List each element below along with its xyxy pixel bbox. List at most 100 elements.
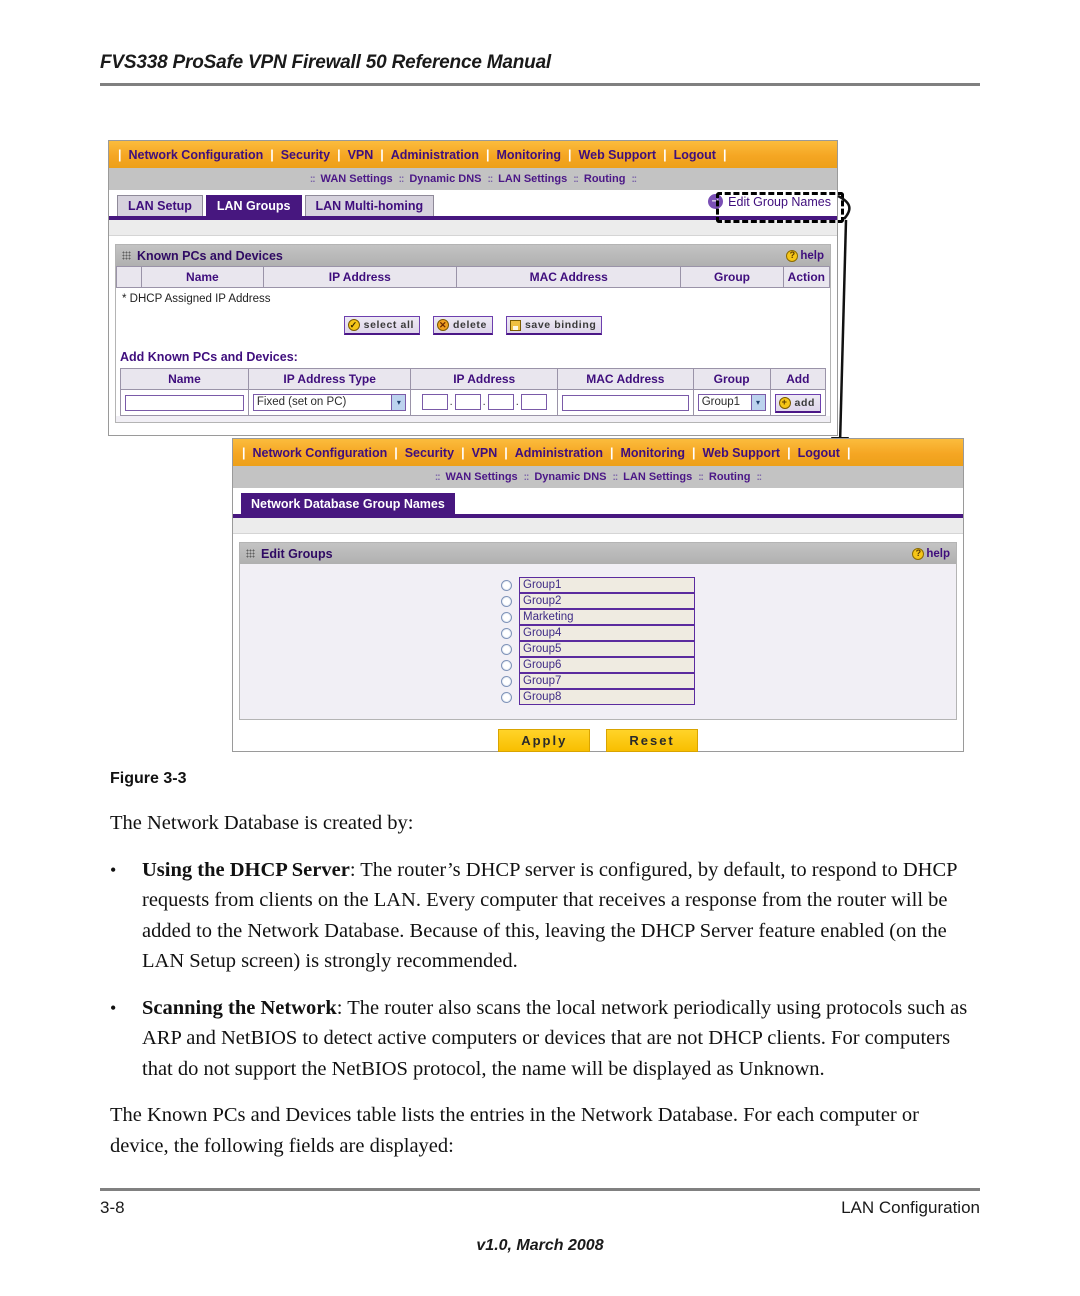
group-radio-4[interactable] xyxy=(501,627,512,639)
ip-address-type-select[interactable]: Fixed (set on PC) ▾ xyxy=(252,393,407,411)
add-col-name: Name xyxy=(120,368,249,390)
help-link-2[interactable]: ? help xyxy=(912,547,950,560)
group-select[interactable]: Group1 ▾ xyxy=(697,393,766,411)
form-action-row: Apply Reset xyxy=(233,720,963,760)
nav-item-monitoring[interactable]: Monitoring xyxy=(496,148,561,162)
tab-row: LAN Setup LAN Groups LAN Multi-homing ➞ … xyxy=(109,190,837,216)
nav-item-security-2[interactable]: Security xyxy=(405,446,454,460)
group-name-input-5[interactable]: Group5 xyxy=(519,641,695,657)
page-header: FVS338 ProSafe VPN Firewall 50 Reference… xyxy=(100,52,980,86)
col-mac-address: MAC Address xyxy=(456,266,682,288)
nav-item-security[interactable]: Security xyxy=(281,148,330,162)
add-known-pcs-row: Fixed (set on PC) ▾ . . . Group1 ▾ + add xyxy=(120,389,827,416)
group-row: Group2 xyxy=(501,593,695,609)
cell-add: + add xyxy=(769,389,827,416)
content-spacer-2 xyxy=(233,518,963,534)
nav-separator: | xyxy=(461,445,465,460)
bullet-body: Scanning the Network: The router also sc… xyxy=(142,993,982,1085)
nav-item-logout-2[interactable]: Logout xyxy=(798,446,840,460)
nav-item-monitoring-2[interactable]: Monitoring xyxy=(620,446,685,460)
ip-dot: . xyxy=(482,396,486,409)
group-name-input-2[interactable]: Group2 xyxy=(519,593,695,609)
ip-octet-1[interactable] xyxy=(421,394,448,411)
help-label: help xyxy=(926,547,950,560)
reset-button[interactable]: Reset xyxy=(606,729,698,752)
subnav-item-dynamic-dns[interactable]: Dynamic DNS xyxy=(409,173,481,185)
select-all-button[interactable]: ✓ select all xyxy=(343,316,421,335)
nav-item-administration[interactable]: Administration xyxy=(391,148,479,162)
nav-separator: | xyxy=(787,445,791,460)
group-name-input-8[interactable]: Group8 xyxy=(519,689,695,705)
subnav-dots: :: xyxy=(573,173,579,185)
nav-item-logout[interactable]: Logout xyxy=(674,148,716,162)
tab-lan-setup[interactable]: LAN Setup xyxy=(117,195,203,216)
nav-separator: | xyxy=(722,147,727,162)
group-name-input-1[interactable]: Group1 xyxy=(519,577,695,593)
group-radio-7[interactable] xyxy=(501,675,512,687)
add-button[interactable]: + add xyxy=(774,393,821,413)
cell-ip-type: Fixed (set on PC) ▾ xyxy=(247,389,412,416)
nav-item-administration-2[interactable]: Administration xyxy=(515,446,603,460)
group-row: Group5 xyxy=(501,641,695,657)
group-row: Group7 xyxy=(501,673,695,689)
edit-group-names-label: Edit Group Names xyxy=(728,194,831,209)
footer-section-name: LAN Configuration xyxy=(841,1198,980,1217)
add-col-ip-address: IP Address xyxy=(410,368,558,390)
group-radio-3[interactable] xyxy=(501,611,512,623)
apply-button[interactable]: Apply xyxy=(498,729,591,752)
nav-item-vpn[interactable]: VPN xyxy=(348,148,374,162)
mac-address-input[interactable] xyxy=(561,395,689,412)
main-navbar-2: | Network Configuration | Security | VPN… xyxy=(233,439,963,466)
group-name-input-3[interactable]: Marketing xyxy=(519,609,695,625)
group-radio-2[interactable] xyxy=(501,595,512,607)
subnav-item-routing-2[interactable]: Routing xyxy=(709,471,751,483)
group-radio-5[interactable] xyxy=(501,643,512,655)
group-radio-6[interactable] xyxy=(501,659,512,671)
nav-separator: | xyxy=(609,445,614,460)
subnav-item-wan-settings[interactable]: WAN Settings xyxy=(321,173,393,185)
add-col-group: Group xyxy=(692,368,771,390)
tab-lan-groups[interactable]: LAN Groups xyxy=(205,195,302,216)
group-select-value: Group1 xyxy=(701,396,741,409)
ip-octet-2[interactable] xyxy=(454,394,481,411)
edit-groups-section-header: Edit Groups ? help xyxy=(240,543,956,564)
subnav-item-lan-settings[interactable]: LAN Settings xyxy=(498,173,567,185)
nav-item-web-support-2[interactable]: Web Support xyxy=(703,446,781,460)
subnav-item-wan-settings-2[interactable]: WAN Settings xyxy=(446,471,518,483)
ip-octet-3[interactable] xyxy=(487,394,514,411)
dhcp-assigned-note: * DHCP Assigned IP Address xyxy=(122,293,271,305)
group-name-input-4[interactable]: Group4 xyxy=(519,625,695,641)
group-row: Group1 xyxy=(501,577,695,593)
table-header-row: Name IP Address MAC Address Group Action xyxy=(115,266,831,288)
subnav-item-dynamic-dns-2[interactable]: Dynamic DNS xyxy=(534,471,606,483)
group-radio-1[interactable] xyxy=(501,579,512,591)
nav-item-web-support[interactable]: Web Support xyxy=(579,148,657,162)
subnav-dots: :: xyxy=(631,173,637,185)
edit-group-names-link[interactable]: ➞ Edit Group Names xyxy=(708,194,831,209)
col-checkbox xyxy=(115,266,143,288)
nav-item-network-configuration[interactable]: Network Configuration xyxy=(129,148,264,162)
drag-grip-icon xyxy=(246,549,255,558)
subnav-dots: :: xyxy=(698,471,704,483)
group-name-input-7[interactable]: Group7 xyxy=(519,673,695,689)
nav-separator: | xyxy=(846,445,851,460)
nav-separator: | xyxy=(568,147,572,162)
subnav-item-lan-settings-2[interactable]: LAN Settings xyxy=(623,471,692,483)
subnav-item-routing[interactable]: Routing xyxy=(584,173,626,185)
group-radio-8[interactable] xyxy=(501,691,512,703)
ip-octet-4[interactable] xyxy=(520,394,547,411)
tab-network-database-group-names[interactable]: Network Database Group Names xyxy=(241,493,455,514)
nav-item-network-configuration-2[interactable]: Network Configuration xyxy=(253,446,388,460)
check-circle-icon: ✓ xyxy=(347,319,360,331)
subnav-dots: :: xyxy=(523,471,530,483)
name-input[interactable] xyxy=(125,395,244,412)
delete-button[interactable]: ✕ delete xyxy=(433,316,493,335)
tab-lan-multi-homing[interactable]: LAN Multi-homing xyxy=(304,195,435,216)
save-binding-button[interactable]: save binding xyxy=(505,316,603,335)
group-name-input-6[interactable]: Group6 xyxy=(519,657,695,673)
help-link[interactable]: ? help xyxy=(786,249,824,262)
col-name: Name xyxy=(141,266,264,288)
help-icon: ? xyxy=(912,547,925,560)
edit-groups-title: Edit Groups xyxy=(261,546,333,561)
nav-item-vpn-2[interactable]: VPN xyxy=(472,446,498,460)
